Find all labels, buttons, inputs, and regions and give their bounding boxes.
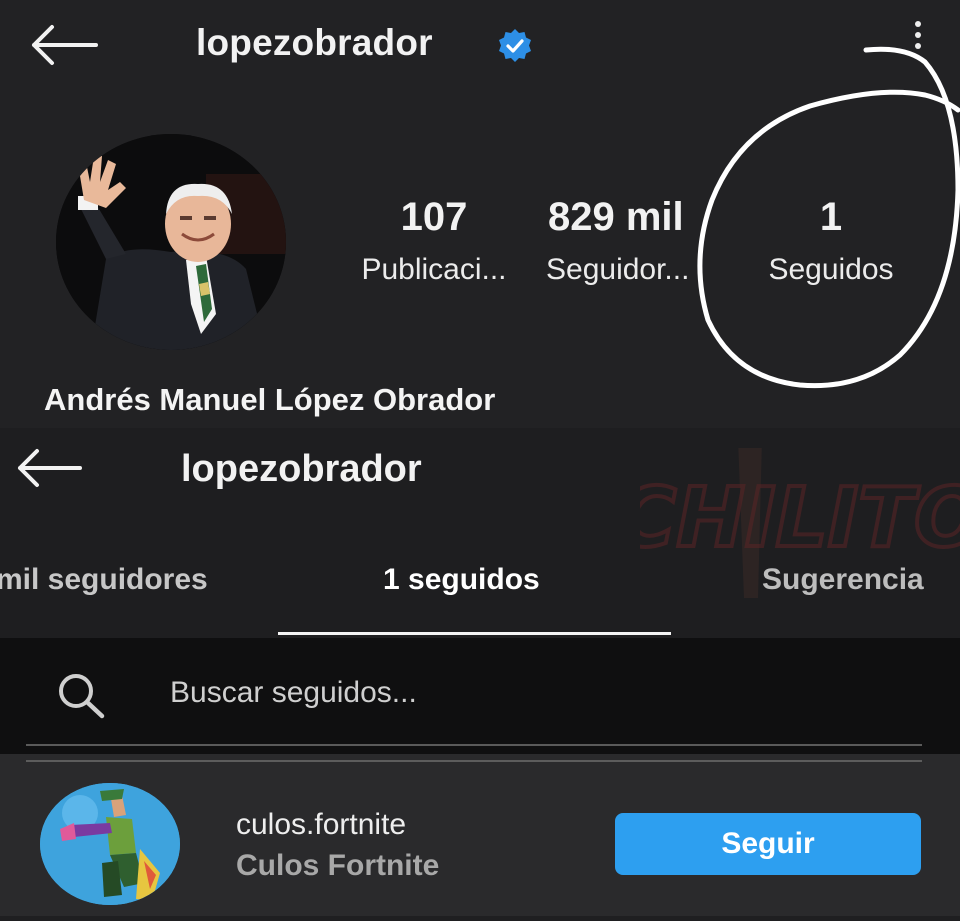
- profile-display-name: Andrés Manuel López Obrador: [44, 382, 496, 417]
- profile-username: lopezobrador: [196, 22, 433, 63]
- back-arrow-icon[interactable]: [30, 24, 98, 66]
- profile-avatar[interactable]: [56, 134, 286, 350]
- list-divider: [26, 760, 922, 762]
- followers-label[interactable]: Seguidor...: [546, 253, 724, 287]
- search-divider: [26, 744, 922, 746]
- back-arrow-icon[interactable]: [16, 448, 82, 488]
- svg-text:CHILITO: CHILITO: [640, 471, 960, 566]
- following-screen-username: lopezobrador: [181, 448, 422, 490]
- follow-button[interactable]: Seguir: [615, 813, 921, 875]
- search-icon[interactable]: [54, 670, 108, 720]
- search-bar[interactable]: [0, 638, 960, 754]
- more-options-icon[interactable]: [905, 18, 931, 62]
- tab-followers[interactable]: mil seguidores: [0, 563, 208, 597]
- posts-count[interactable]: 107: [368, 195, 500, 240]
- verified-badge-icon: [497, 28, 533, 64]
- user-avatar[interactable]: [40, 783, 180, 905]
- tab-suggestions[interactable]: Sugerencia: [762, 563, 924, 597]
- tab-following[interactable]: 1 seguidos: [383, 563, 540, 597]
- posts-label[interactable]: Publicaci...: [345, 253, 523, 287]
- list-item-username[interactable]: culos.fortnite: [236, 808, 406, 842]
- following-count[interactable]: 1: [766, 195, 896, 240]
- followers-count[interactable]: 829 mil: [548, 195, 722, 240]
- active-tab-indicator: [278, 632, 671, 635]
- search-input[interactable]: Buscar seguidos...: [170, 676, 417, 710]
- list-item-fullname: Culos Fortnite: [236, 849, 440, 882]
- following-label[interactable]: Seguidos: [742, 253, 920, 287]
